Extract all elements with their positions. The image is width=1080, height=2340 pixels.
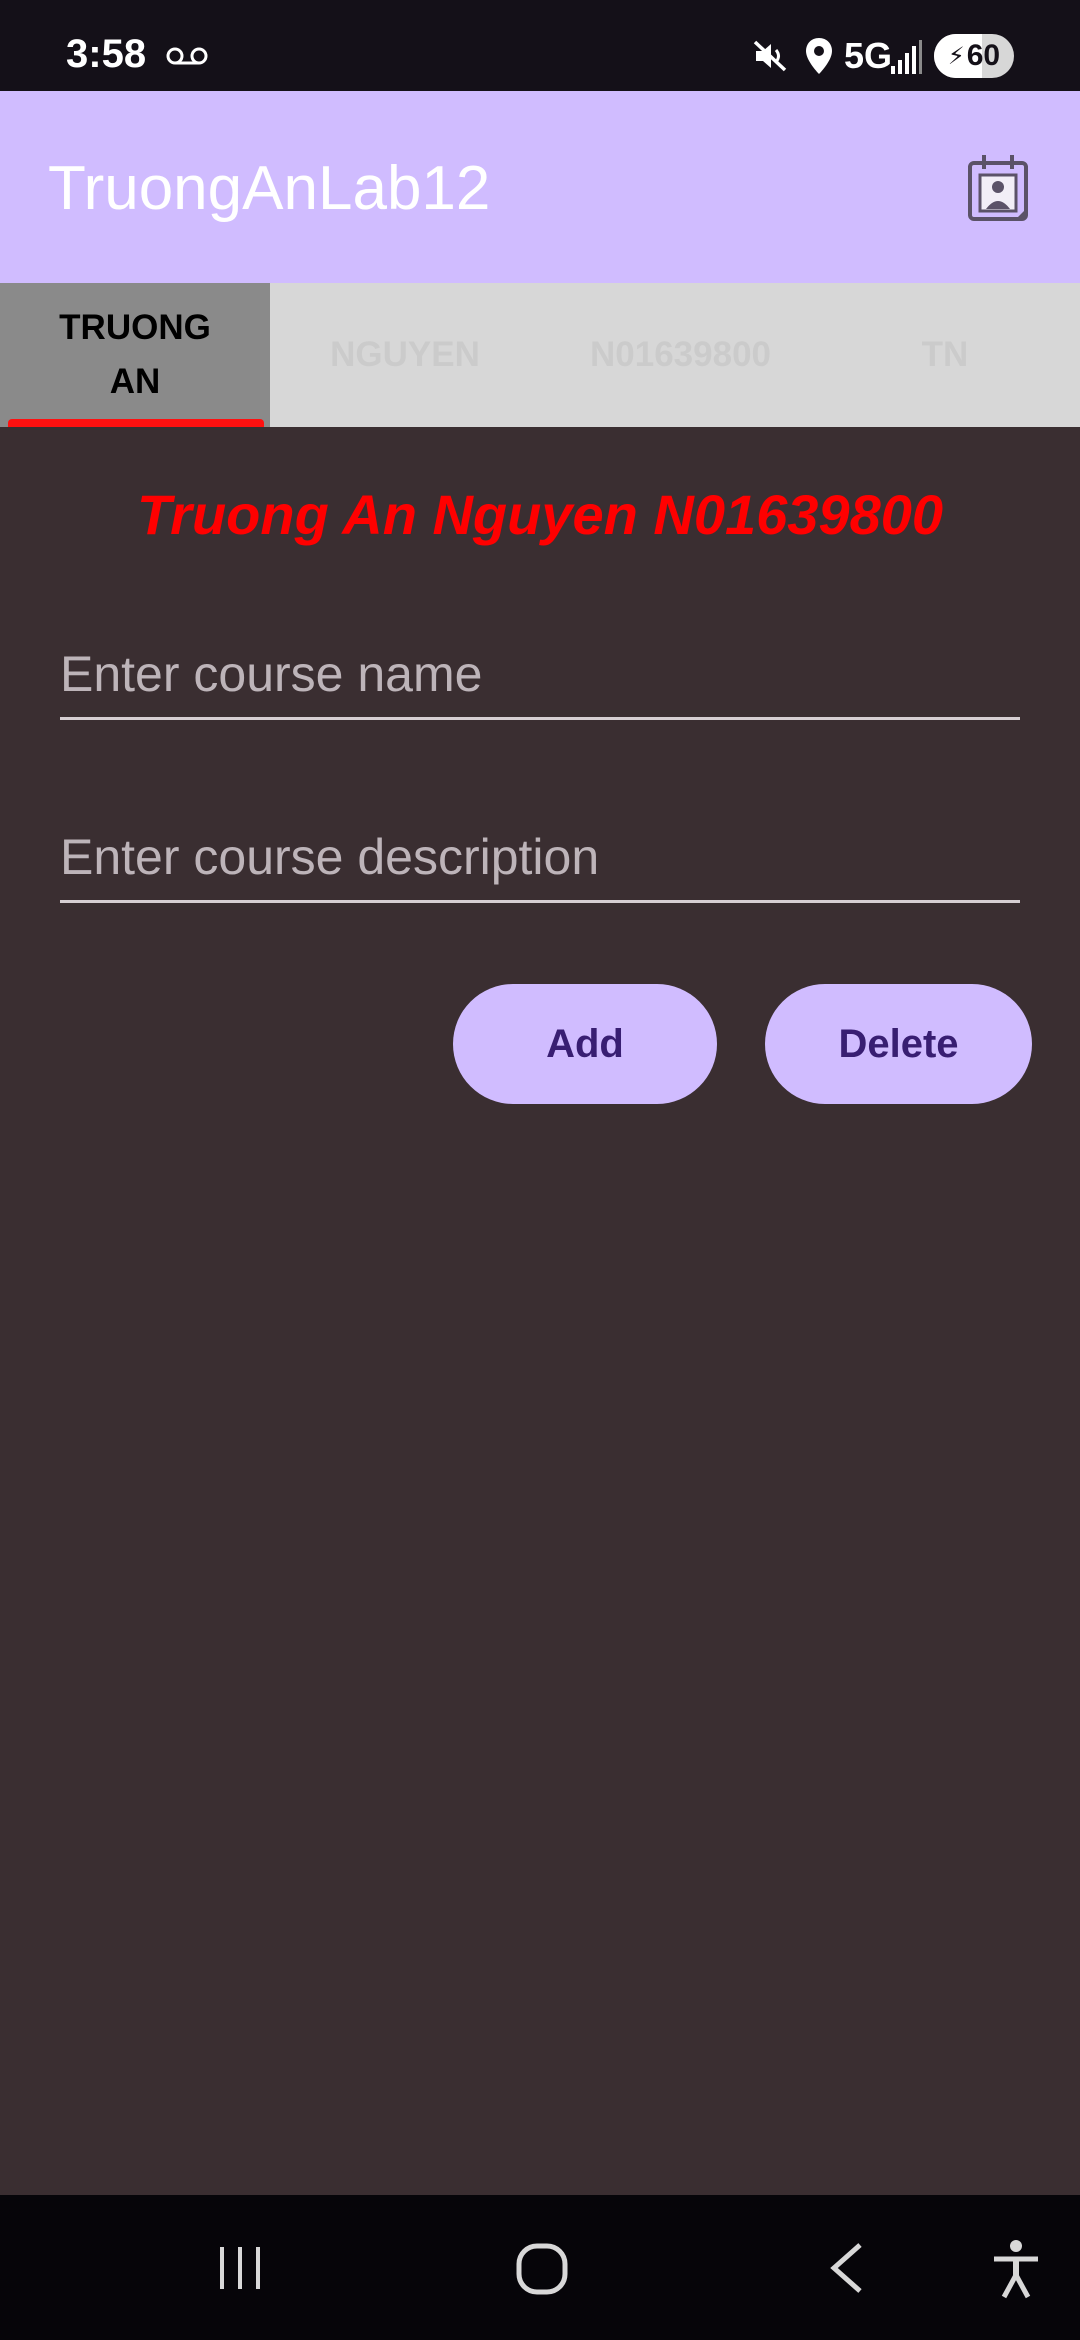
- home-icon: [516, 2243, 568, 2295]
- recent-apps-icon: [220, 2247, 260, 2289]
- accessibility-button[interactable]: [986, 2195, 1046, 2340]
- tab-label: N01639800: [590, 335, 771, 374]
- contact-calendar-icon[interactable]: [966, 151, 1030, 223]
- mute-icon: [753, 40, 787, 72]
- tab-tn[interactable]: TN: [810, 283, 1080, 427]
- battery-charging-icon: ⚡: [947, 42, 965, 70]
- student-headline: Truong An Nguyen N01639800: [136, 483, 943, 546]
- course-name-field: [60, 630, 1020, 720]
- location-icon: [806, 38, 832, 74]
- course-description-input[interactable]: [60, 813, 1020, 900]
- delete-button[interactable]: Delete: [765, 984, 1032, 1104]
- status-bar: 3:58 5G ⚡ 60: [0, 0, 1080, 91]
- course-name-input[interactable]: [60, 630, 1020, 717]
- tab-n01639800[interactable]: N01639800: [540, 283, 810, 427]
- app-title: TruongAnLab12: [48, 154, 491, 223]
- accessibility-icon: [994, 2240, 1038, 2299]
- battery-level: 60: [966, 39, 1001, 72]
- app-bar: TruongAnLab12: [0, 91, 1080, 283]
- recent-apps-button[interactable]: [200, 2195, 280, 2340]
- app-screen: 3:58 5G ⚡ 60 TruongAnLab12 TRUONG AN NGU…: [0, 0, 1080, 2340]
- signal-icon: [891, 40, 922, 74]
- tab-label: TRUONG AN: [59, 308, 211, 401]
- tab-truong-an[interactable]: TRUONG AN: [0, 283, 270, 427]
- home-button[interactable]: [500, 2195, 584, 2340]
- back-icon: [830, 2243, 862, 2293]
- status-time: 3:58: [66, 32, 147, 76]
- course-description-field: [60, 813, 1020, 903]
- battery-indicator: ⚡ 60: [934, 34, 1014, 78]
- tab-indicator: [8, 419, 264, 427]
- tab-label: NGUYEN: [330, 335, 480, 374]
- tab-row: TRUONG AN NGUYEN N01639800 TN: [0, 283, 1080, 427]
- network-type: 5G: [844, 35, 893, 76]
- status-icons: 5G ⚡ 60: [720, 0, 1080, 91]
- voicemail-icon: [166, 47, 208, 65]
- tab-nguyen[interactable]: NGUYEN: [270, 283, 540, 427]
- navigation-bar: [0, 2195, 1080, 2340]
- back-button[interactable]: [820, 2195, 876, 2340]
- add-button[interactable]: Add: [453, 984, 717, 1104]
- tab-label: TN: [921, 335, 969, 374]
